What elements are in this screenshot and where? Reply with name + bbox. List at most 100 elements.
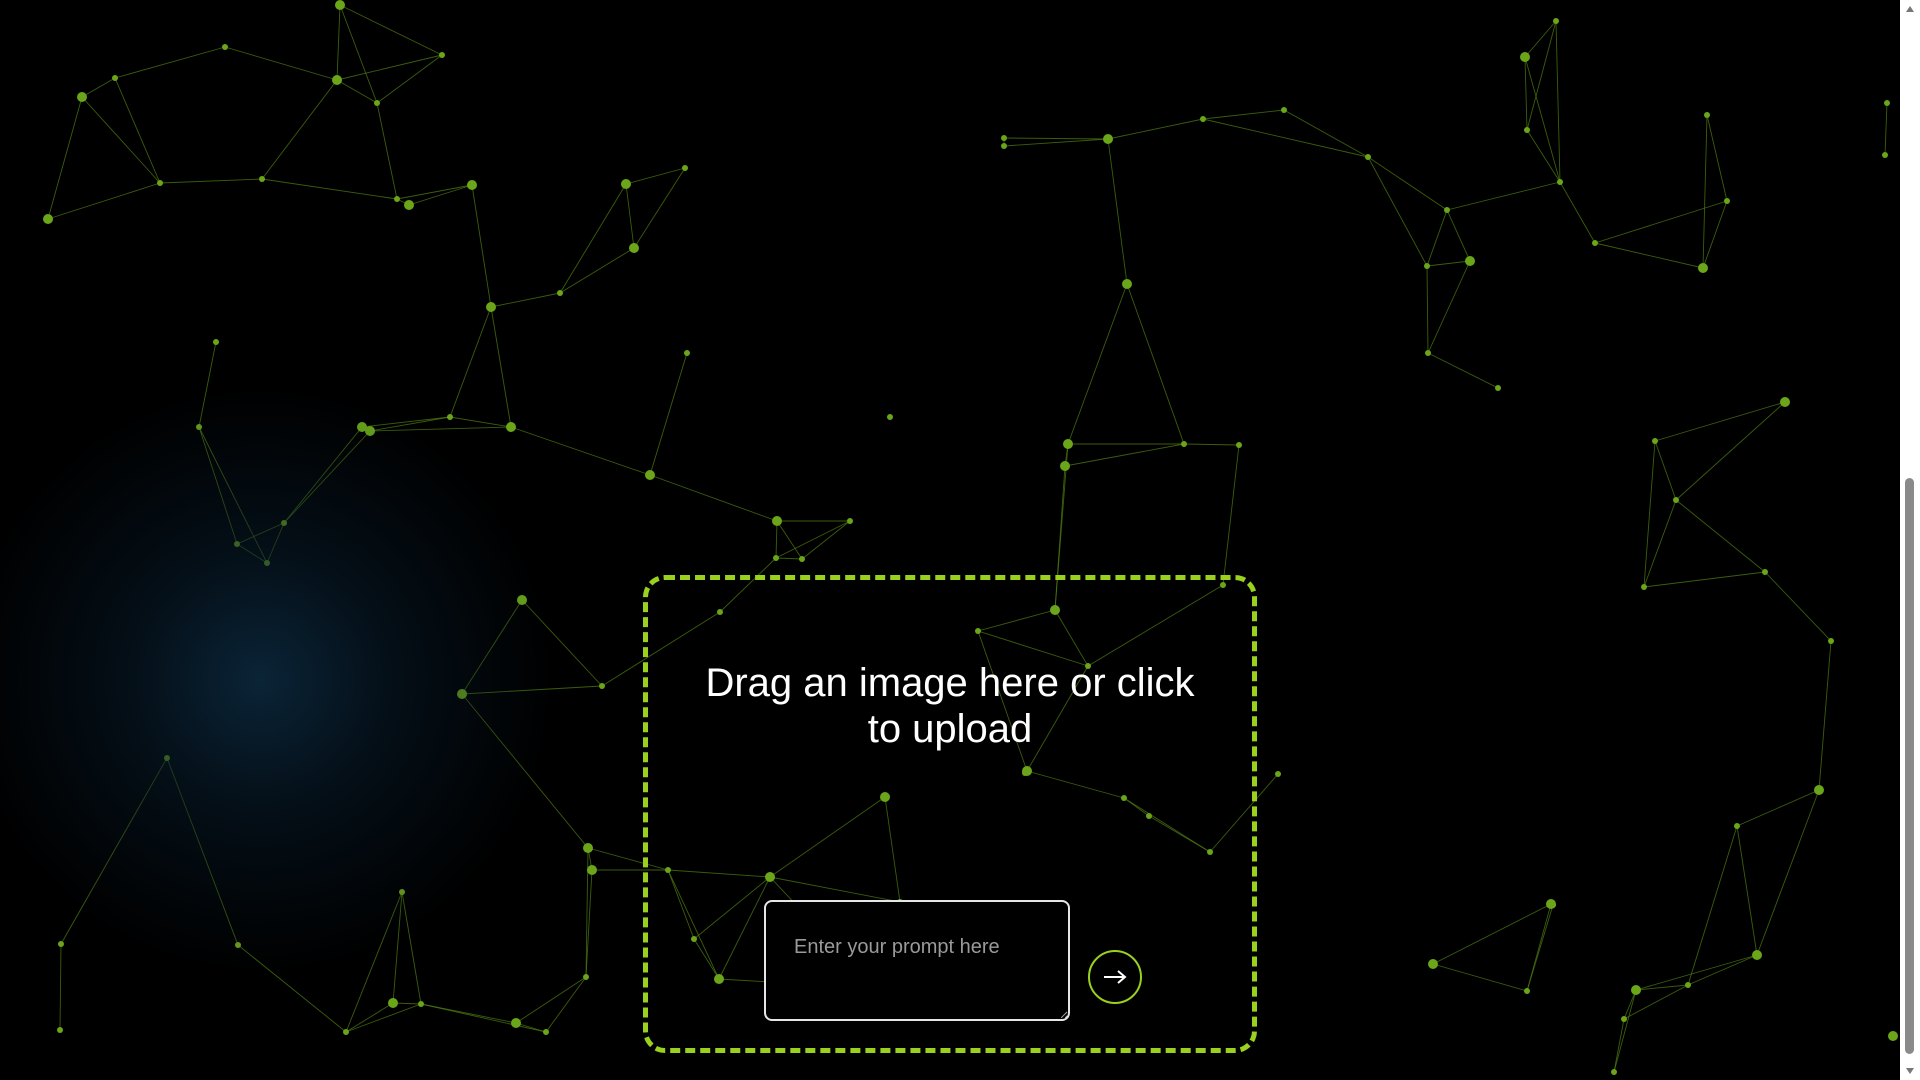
network-edge — [625, 183, 635, 249]
network-edge — [449, 306, 492, 418]
network-node — [557, 290, 563, 296]
network-node — [1063, 439, 1073, 449]
network-node — [404, 200, 414, 210]
network-edge — [336, 79, 378, 104]
network-node — [583, 843, 593, 853]
network-edge — [261, 178, 398, 200]
network-edge — [545, 976, 587, 1033]
network-edge — [336, 54, 443, 81]
network-edge — [339, 4, 443, 56]
network-edge — [1427, 260, 1471, 354]
network-node — [196, 424, 202, 430]
network-edge — [1426, 260, 1471, 267]
network-node — [1103, 134, 1113, 144]
network-edge — [1594, 242, 1704, 269]
network-edge — [649, 352, 688, 476]
network-node — [1553, 18, 1559, 24]
network-node — [799, 556, 805, 562]
network-node — [1001, 143, 1007, 149]
network-edge — [1524, 56, 1528, 131]
network-edge — [1635, 954, 1758, 991]
network-edge — [283, 430, 371, 524]
network-edge — [1067, 283, 1128, 445]
network-node — [1882, 152, 1888, 158]
network-node — [467, 180, 477, 190]
network-edge — [1367, 156, 1448, 211]
network-edge — [461, 693, 589, 849]
network-edge — [775, 520, 851, 559]
scroll-up-arrow-icon[interactable] — [1900, 0, 1920, 18]
network-edge — [1818, 640, 1832, 791]
network-edge — [1687, 954, 1758, 986]
network-edge — [1613, 989, 1637, 1073]
network-node — [335, 0, 345, 10]
network-node — [1621, 1016, 1627, 1022]
network-node — [1752, 950, 1762, 960]
network-node — [486, 302, 496, 312]
network-node — [1524, 988, 1530, 994]
network-edge — [1594, 200, 1728, 244]
network-node — [365, 426, 375, 436]
network-node — [1465, 256, 1475, 266]
network-edge — [1202, 118, 1369, 158]
network-edge — [1432, 903, 1552, 965]
network-edge — [1526, 903, 1552, 992]
network-edge — [490, 292, 561, 308]
network-node — [1673, 497, 1679, 503]
network-node — [1884, 100, 1890, 106]
network-edge — [1706, 114, 1728, 202]
network-node — [394, 196, 400, 202]
network-edge — [1654, 440, 1677, 501]
network-node — [773, 555, 779, 561]
network-edge — [490, 306, 512, 428]
network-edge — [1702, 114, 1708, 269]
network-edge — [461, 685, 603, 695]
network-edge — [1283, 109, 1369, 158]
network-edge — [345, 891, 403, 1033]
network-node — [388, 998, 398, 1008]
network-edge — [1654, 401, 1786, 442]
network-node — [847, 518, 853, 524]
network-edge — [775, 557, 803, 560]
network-edge — [1559, 181, 1596, 244]
network-edge — [1756, 789, 1820, 956]
scrollbar-thumb[interactable] — [1905, 478, 1914, 1054]
network-edge — [1446, 209, 1471, 262]
network-edge — [361, 416, 451, 428]
network-edge — [1736, 789, 1820, 827]
network-edge — [1222, 444, 1240, 586]
network-node — [43, 214, 53, 224]
network-node — [1557, 179, 1563, 185]
network-edge — [81, 96, 161, 184]
network-edge — [1432, 963, 1528, 992]
network-node — [1652, 438, 1658, 444]
network-edge — [1555, 20, 1561, 183]
network-node — [1275, 771, 1281, 777]
image-dropzone[interactable]: Drag an image here or click to upload — [643, 575, 1257, 1053]
network-node — [1828, 638, 1834, 644]
network-edge — [1003, 137, 1109, 140]
network-edge — [1884, 102, 1888, 156]
network-node — [1001, 135, 1007, 141]
network-node — [511, 1018, 521, 1028]
scroll-down-arrow-icon[interactable] — [1900, 1062, 1920, 1080]
network-node — [77, 92, 87, 102]
network-edge — [166, 757, 239, 946]
network-node — [57, 1027, 63, 1033]
network-node — [684, 350, 690, 356]
network-node — [1698, 263, 1708, 273]
network-edge — [392, 891, 403, 1004]
prompt-input[interactable] — [764, 900, 1070, 1021]
network-node — [234, 541, 240, 547]
network-node — [1724, 198, 1730, 204]
page-scrollbar[interactable] — [1900, 0, 1920, 1080]
submit-button[interactable] — [1088, 950, 1142, 1004]
network-node — [1281, 107, 1287, 113]
network-edge — [1003, 138, 1109, 147]
network-edge — [461, 599, 523, 695]
network-edge — [515, 976, 587, 1024]
network-node — [887, 414, 893, 420]
network-node — [1365, 154, 1371, 160]
network-edge — [1675, 401, 1786, 501]
network-node — [399, 889, 405, 895]
